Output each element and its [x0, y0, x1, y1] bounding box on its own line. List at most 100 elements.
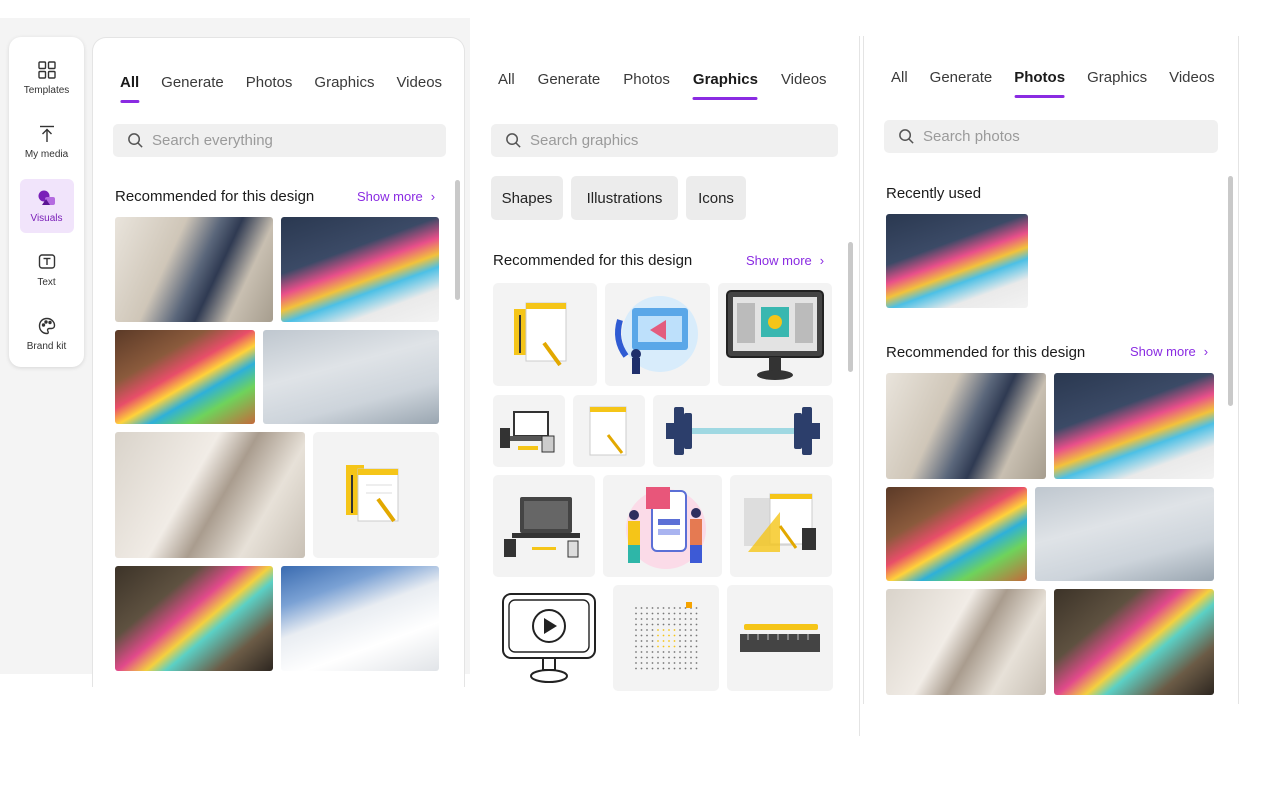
- rail-item-brand-kit[interactable]: Brand kit: [20, 307, 74, 361]
- tab-videos[interactable]: Videos: [1169, 69, 1215, 86]
- tab-bar: All Generate Photos Graphics Videos: [891, 69, 1215, 86]
- photo-wireframe-sketches[interactable]: [1035, 487, 1214, 581]
- tab-all[interactable]: All: [891, 69, 908, 86]
- templates-icon: [37, 61, 56, 79]
- search-input[interactable]: Search graphics: [491, 124, 838, 157]
- graphic-notepad-small[interactable]: [573, 395, 645, 467]
- show-more-link[interactable]: Show more ›: [746, 253, 824, 268]
- photo-color-swatches[interactable]: [1054, 373, 1214, 479]
- search-input[interactable]: Search everything: [113, 124, 446, 157]
- graphic-app-team[interactable]: [603, 475, 722, 577]
- graphic-monitor[interactable]: [718, 283, 832, 386]
- tab-all[interactable]: All: [498, 71, 515, 88]
- notepad-illustration: [514, 302, 567, 367]
- video-monitor-illustration: [502, 593, 596, 683]
- tab-photos[interactable]: Photos: [623, 71, 670, 88]
- graphic-video-monitor[interactable]: [493, 585, 605, 691]
- monitor-illustration: [726, 289, 824, 380]
- show-more-label: Show more: [1130, 344, 1196, 359]
- visuals-panel-graphics: All Generate Photos Graphics Videos Sear…: [470, 36, 860, 736]
- computer-setup-illustration: [500, 411, 555, 453]
- graphic-web-design[interactable]: [605, 283, 710, 386]
- scrollbar[interactable]: [455, 180, 460, 300]
- rail-item-text[interactable]: Text: [20, 243, 74, 297]
- tab-graphics[interactable]: Graphics: [693, 71, 758, 88]
- tab-photos[interactable]: Photos: [1014, 69, 1065, 86]
- graphic-notepad[interactable]: [493, 283, 597, 386]
- graphic-design-tools[interactable]: [730, 475, 832, 577]
- visuals-icon: [38, 190, 55, 205]
- tab-videos[interactable]: Videos: [781, 71, 827, 88]
- graphic-computer-setup[interactable]: [493, 395, 565, 467]
- dumbbell-illustration: [666, 407, 820, 455]
- graphic-ruler-pencil[interactable]: [727, 585, 833, 691]
- notepad-pencil-illustration: [346, 465, 399, 523]
- tab-generate[interactable]: Generate: [930, 69, 993, 86]
- graphic-dumbbell[interactable]: [653, 395, 833, 467]
- rail-label: Text: [37, 277, 56, 288]
- chevron-right-icon: ›: [430, 189, 436, 204]
- notepad-small-illustration: [589, 406, 627, 456]
- photo-man-tablet[interactable]: [886, 373, 1046, 479]
- scrollbar[interactable]: [848, 242, 853, 372]
- visuals-panel-photos: All Generate Photos Graphics Videos Sear…: [863, 36, 1239, 704]
- tab-photos[interactable]: Photos: [246, 74, 293, 91]
- search-placeholder: Search photos: [923, 128, 1020, 145]
- visuals-panel-all: All Generate Photos Graphics Videos Sear…: [92, 37, 465, 687]
- section-title: Recommended for this design: [886, 344, 1086, 361]
- tab-graphics[interactable]: Graphics: [314, 74, 374, 91]
- rail-label: Visuals: [30, 213, 63, 224]
- rail-item-templates[interactable]: Templates: [20, 51, 74, 105]
- photo-desk-keyboard[interactable]: [281, 566, 439, 671]
- rail-label: Templates: [23, 85, 70, 96]
- photo-recent-swatches[interactable]: [886, 214, 1028, 308]
- search-icon: [506, 133, 521, 148]
- show-more-label: Show more: [357, 189, 423, 204]
- rail-item-my-media[interactable]: My media: [20, 115, 74, 169]
- graphic-notepad-pencil[interactable]: [313, 432, 439, 558]
- upload-icon: [39, 125, 54, 142]
- photo-wireframe-sketches[interactable]: [263, 330, 439, 424]
- chip-shapes[interactable]: Shapes: [491, 176, 563, 220]
- chevron-right-icon: ›: [819, 253, 825, 268]
- search-placeholder: Search everything: [152, 132, 273, 149]
- dot-grid-illustration: [635, 602, 698, 670]
- photo-team-table[interactable]: [115, 566, 273, 671]
- photo-drawing-hand[interactable]: [886, 487, 1027, 581]
- tab-graphics[interactable]: Graphics: [1087, 69, 1147, 86]
- tab-generate[interactable]: Generate: [161, 74, 224, 91]
- photo-team-table[interactable]: [1054, 589, 1214, 695]
- tab-bar: All Generate Photos Graphics Videos: [498, 71, 827, 88]
- palette-icon: [38, 317, 55, 335]
- chevron-right-icon: ›: [1203, 344, 1209, 359]
- search-input[interactable]: Search photos: [884, 120, 1218, 153]
- tab-videos[interactable]: Videos: [396, 74, 442, 91]
- search-icon: [899, 129, 914, 144]
- rail-label: Brand kit: [26, 341, 67, 352]
- graphic-laptop[interactable]: [493, 475, 595, 577]
- laptop-illustration: [504, 497, 580, 558]
- rail-item-visuals[interactable]: Visuals: [19, 179, 74, 233]
- photo-glass-design[interactable]: [886, 589, 1046, 695]
- show-more-label: Show more: [746, 253, 812, 268]
- search-placeholder: Search graphics: [530, 132, 639, 149]
- photo-man-tablet[interactable]: [115, 217, 273, 322]
- tab-generate[interactable]: Generate: [538, 71, 601, 88]
- show-more-link[interactable]: Show more ›: [1130, 344, 1208, 359]
- photo-drawing-hand[interactable]: [115, 330, 255, 424]
- ruler-pencil-illustration: [740, 624, 820, 652]
- graphic-dot-grid[interactable]: [613, 585, 719, 691]
- scrollbar[interactable]: [1228, 176, 1233, 406]
- text-icon: [38, 254, 55, 269]
- tab-all[interactable]: All: [120, 74, 139, 91]
- show-more-link[interactable]: Show more ›: [357, 189, 435, 204]
- search-icon: [128, 133, 143, 148]
- tab-bar: All Generate Photos Graphics Videos: [120, 74, 442, 91]
- chip-illustrations[interactable]: Illustrations: [571, 176, 678, 220]
- section-title: Recommended for this design: [493, 252, 693, 269]
- photo-color-swatches[interactable]: [281, 217, 439, 322]
- stage: Templates My media Visuals Text Brand ki…: [0, 0, 1280, 800]
- photo-glass-design[interactable]: [115, 432, 305, 558]
- chip-icons[interactable]: Icons: [686, 176, 746, 220]
- section-title: Recommended for this design: [115, 188, 315, 205]
